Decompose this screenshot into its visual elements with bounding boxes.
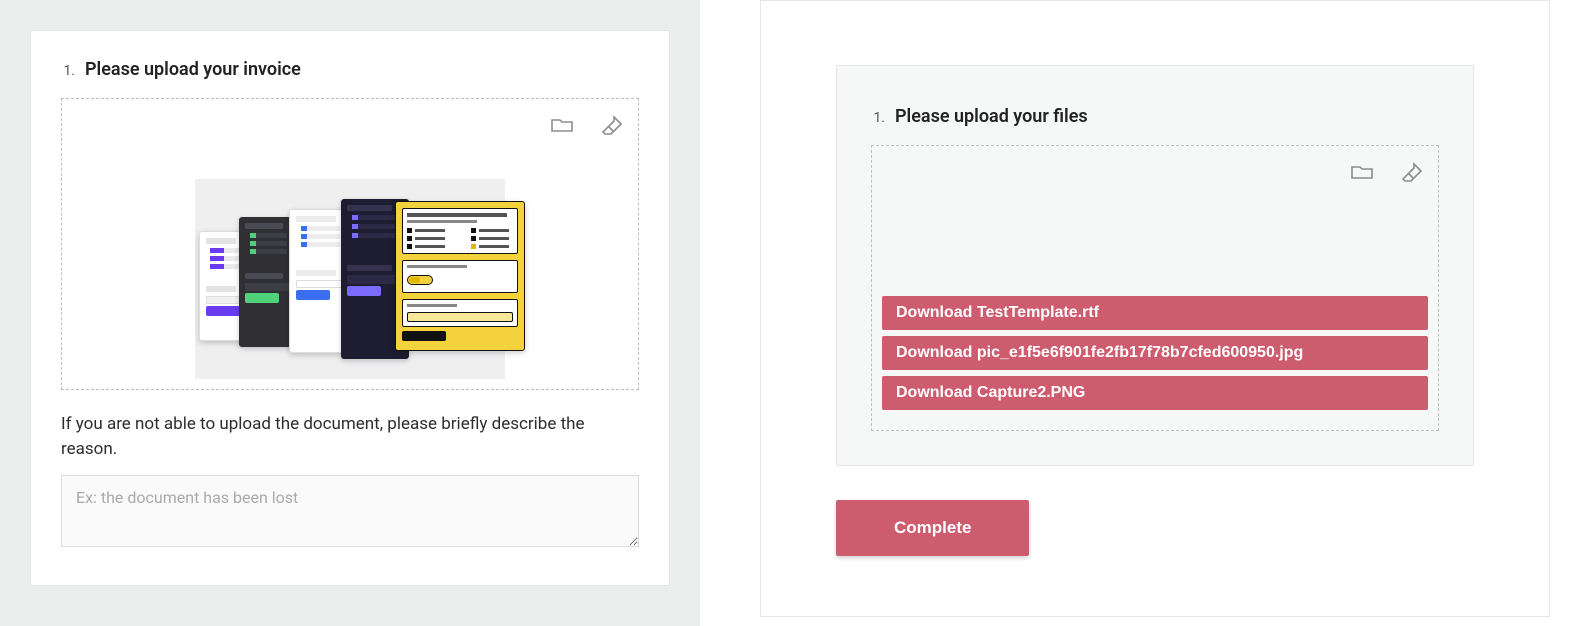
fallback-reason-input[interactable] xyxy=(61,475,639,547)
question-row: 1. Please upload your files xyxy=(871,106,1439,127)
upload-invoice-card: 1. Please upload your invoice xyxy=(30,30,670,586)
complete-button[interactable]: Complete xyxy=(836,500,1029,556)
question-text: Please upload your invoice xyxy=(85,59,301,80)
right-example: 1. Please upload your files Download Tes… xyxy=(760,0,1550,626)
question-text: Please upload your files xyxy=(895,106,1088,127)
uploaded-preview xyxy=(72,179,628,379)
right-panel: 1. Please upload your files Download Tes… xyxy=(760,0,1550,617)
folder-open-icon[interactable] xyxy=(550,113,574,135)
upload-dropzone[interactable] xyxy=(61,98,639,390)
folder-open-icon[interactable] xyxy=(1350,160,1374,182)
question-row: 1. Please upload your invoice xyxy=(61,59,639,80)
eraser-icon[interactable] xyxy=(1400,160,1424,182)
left-example: 1. Please upload your invoice xyxy=(0,0,700,626)
fallback-instruction: If you are not able to upload the docume… xyxy=(61,412,639,461)
download-file-button[interactable]: Download Capture2.PNG xyxy=(882,376,1428,410)
survey-themes-preview-image xyxy=(195,179,505,379)
eraser-icon[interactable] xyxy=(600,113,624,135)
uploaded-file-list: Download TestTemplate.rtf Download pic_e… xyxy=(882,296,1428,414)
left-frame: 1. Please upload your invoice xyxy=(0,0,700,626)
upload-dropzone[interactable]: Download TestTemplate.rtf Download pic_e… xyxy=(871,145,1439,431)
download-file-button[interactable]: Download TestTemplate.rtf xyxy=(882,296,1428,330)
download-file-button[interactable]: Download pic_e1f5e6f901fe2fb17f78b7cfed6… xyxy=(882,336,1428,370)
question-number: 1. xyxy=(61,63,75,79)
dropzone-toolbar xyxy=(550,113,624,135)
upload-files-card: 1. Please upload your files Download Tes… xyxy=(836,65,1474,466)
dropzone-toolbar xyxy=(1350,160,1424,182)
question-number: 1. xyxy=(871,110,885,126)
